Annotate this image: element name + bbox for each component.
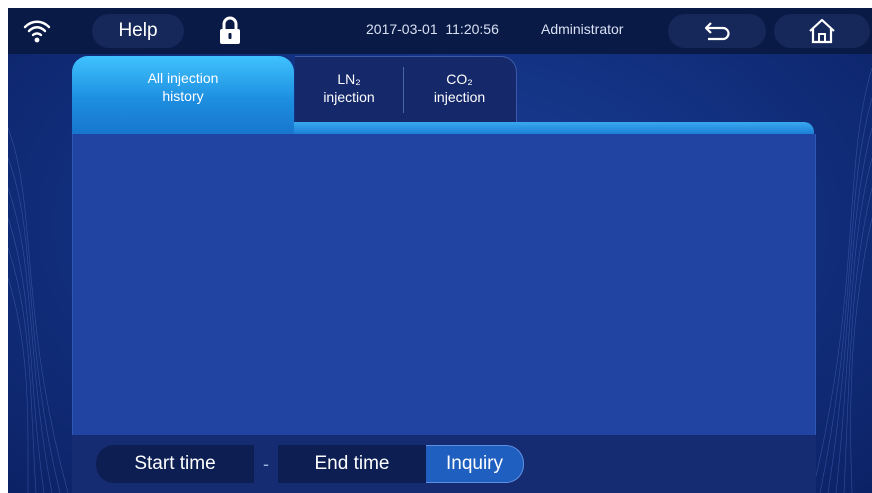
end-time-label: End time: [314, 453, 390, 474]
main-screen: Help 2017-03-01 11:20:56 Administrator A…: [8, 8, 872, 493]
home-button[interactable]: [774, 14, 870, 48]
tab-co2-line1: CO₂: [446, 71, 473, 87]
tab-all-injection-history[interactable]: All injection history: [72, 56, 294, 134]
back-button[interactable]: [668, 14, 766, 48]
query-bar: Start time - End time Inquiry: [72, 435, 816, 493]
tab-all-line2: history: [162, 88, 204, 104]
top-bar: Help 2017-03-01 11:20:56 Administrator: [8, 8, 872, 54]
back-arrow-icon: [704, 22, 730, 41]
decorative-wave-left: [8, 127, 69, 493]
datetime-display: 2017-03-01 11:20:56: [366, 21, 499, 37]
history-content-panel: [72, 134, 816, 435]
tab-co2-injection[interactable]: CO₂ injection: [403, 57, 516, 121]
tab-strip: [294, 122, 814, 134]
lock-icon[interactable]: [219, 16, 241, 46]
inquiry-label: Inquiry: [445, 453, 504, 474]
home-icon: [809, 18, 835, 44]
help-button[interactable]: Help: [92, 14, 184, 48]
tab-co2-line2: injection: [433, 89, 486, 105]
tab-group: LN₂ injection CO₂ injection: [295, 56, 517, 122]
inquiry-button[interactable]: Inquiry: [426, 445, 524, 483]
tab-ln2-line2: injection: [323, 89, 375, 105]
tab-ln2-line1: LN₂: [337, 71, 361, 87]
start-time-label: Start time: [134, 453, 216, 474]
help-label: Help: [118, 20, 158, 41]
user-name: Administrator: [541, 21, 624, 37]
start-time-button[interactable]: Start time: [96, 445, 254, 483]
wifi-icon: [23, 20, 51, 43]
time-range-separator: -: [263, 453, 269, 474]
tab-all-line1: All injection: [147, 70, 219, 86]
tab-ln2-injection[interactable]: LN₂ injection: [295, 57, 403, 121]
end-time-button[interactable]: End time: [278, 445, 426, 483]
